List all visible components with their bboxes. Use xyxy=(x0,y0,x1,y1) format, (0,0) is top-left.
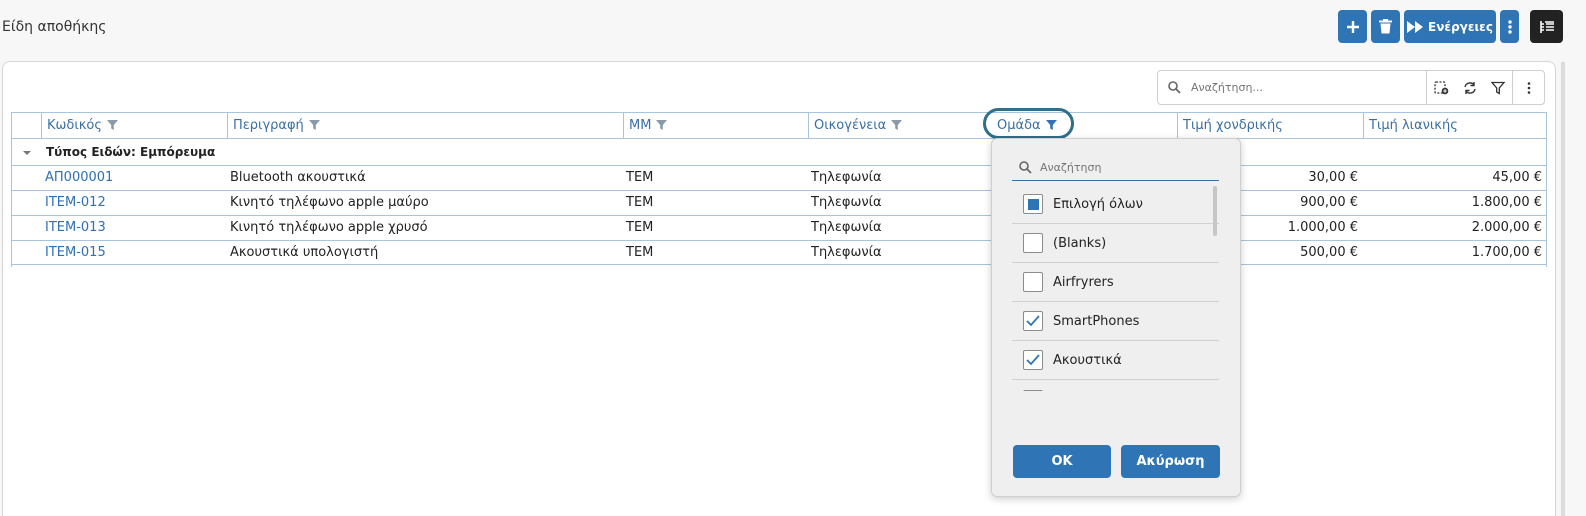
filter-option[interactable]: Ακουστικά xyxy=(1012,341,1219,380)
item-description: Κινητό τηλέφωνο apple χρυσό xyxy=(230,220,428,235)
item-description: Bluetooth ακουστικά xyxy=(230,170,366,185)
filter-option-label: Επιλογή όλων xyxy=(1053,196,1143,212)
check-icon xyxy=(1026,354,1040,366)
column-label: ΜΜ xyxy=(629,118,652,133)
add-view-button[interactable] xyxy=(1427,70,1457,105)
search-icon xyxy=(1168,81,1181,94)
column-label: Τιμή λιανικής xyxy=(1369,118,1458,133)
items-grid: Κωδικός Περιγραφή ΜΜ Οικογένεια Ομάδα Τι… xyxy=(11,112,1547,267)
table-row[interactable]: ITEM-012 Κινητό τηλέφωνο apple μαύρο ΤΕΜ… xyxy=(12,190,1546,215)
column-header-retail-price[interactable]: Τιμή λιανικής xyxy=(1363,113,1547,138)
column-label: Περιγραφή xyxy=(233,118,304,133)
filter-option-select-all[interactable]: Επιλογή όλων xyxy=(1012,185,1219,224)
item-code[interactable]: ΑΠ000001 xyxy=(41,166,113,190)
filter-option-label: Airfryrers xyxy=(1053,274,1114,290)
actions-label: Ενέργειες xyxy=(1428,19,1493,34)
filter-icon[interactable] xyxy=(656,120,668,131)
column-label: Κωδικός xyxy=(47,118,103,133)
column-header-family[interactable]: Οικογένεια xyxy=(808,113,992,138)
refresh-icon xyxy=(1463,81,1476,94)
collapse-caret-icon[interactable] xyxy=(23,151,31,155)
more-options-button[interactable] xyxy=(1500,10,1519,43)
item-unit: ΤΕΜ xyxy=(626,245,654,260)
filter-icon[interactable] xyxy=(308,120,320,131)
filter-icon[interactable] xyxy=(107,120,119,131)
table-row[interactable]: ΑΠ000001 Bluetooth ακουστικά ΤΕΜ Τηλεφων… xyxy=(12,165,1546,190)
column-filter-highlight xyxy=(983,108,1074,139)
group-row[interactable]: Τύπος Ειδών: Εμπόρευμα xyxy=(12,140,1546,165)
filter-search[interactable] xyxy=(1012,155,1219,181)
item-unit: ΤΕΜ xyxy=(626,195,654,210)
item-family: Τηλεφωνία xyxy=(811,220,882,235)
filter-option-label: (Blanks) xyxy=(1053,235,1107,251)
item-retail-price: 2.000,00 € xyxy=(1471,220,1542,235)
column-label: Τιμή χονδρικής xyxy=(1183,118,1283,133)
grid-search-input[interactable] xyxy=(1191,81,1411,94)
add-button[interactable] xyxy=(1338,10,1367,43)
item-retail-price: 1.700,00 € xyxy=(1471,245,1542,260)
table-row[interactable]: ITEM-015 Ακουστικά υπολογιστή ΤΕΜ Τηλεφω… xyxy=(12,240,1546,265)
item-description: Ακουστικά υπολογιστή xyxy=(230,245,379,260)
trash-icon xyxy=(1379,19,1392,34)
filter-option[interactable]: SmartPhones xyxy=(1012,302,1219,341)
filter-option[interactable]: Airfryrers xyxy=(1012,263,1219,302)
page-title: Είδη αποθήκης xyxy=(2,19,107,35)
filter-options-list[interactable]: Επιλογή όλων (Blanks) Airfryrers SmartPh… xyxy=(1012,185,1219,391)
search-icon xyxy=(1019,161,1032,174)
item-retail-price: 1.800,00 € xyxy=(1471,195,1542,210)
add-view-icon xyxy=(1434,80,1449,94)
filter-option[interactable]: (Blanks) xyxy=(1012,224,1219,263)
table-row[interactable]: ITEM-013 Κινητό τηλέφωνο apple χρυσό ΤΕΜ… xyxy=(12,215,1546,240)
item-retail-price: 45,00 € xyxy=(1492,170,1542,185)
delete-button[interactable] xyxy=(1371,10,1400,43)
checkbox-unchecked[interactable] xyxy=(1023,272,1043,292)
column-header-description[interactable]: Περιγραφή xyxy=(227,113,623,138)
check-icon xyxy=(1026,315,1040,327)
grid-more-button[interactable] xyxy=(1513,70,1545,105)
filter-option-label: Ακουστικά xyxy=(1053,352,1122,368)
checkbox-unchecked[interactable] xyxy=(1023,233,1043,253)
group-label: Τύπος Ειδών: Εμπόρευμα xyxy=(46,145,216,159)
filter-option-label: SmartPhones xyxy=(1053,313,1140,329)
item-code[interactable]: ITEM-012 xyxy=(41,191,106,215)
filter-cancel-button[interactable]: Ακύρωση xyxy=(1121,445,1220,478)
column-header-wholesale-price[interactable]: Τιμή χονδρικής xyxy=(1177,113,1363,138)
filter-ok-button[interactable]: OK xyxy=(1013,445,1111,478)
checkbox-checked[interactable] xyxy=(1023,311,1043,331)
list-tree-icon xyxy=(1540,20,1554,33)
column-header-code[interactable]: Κωδικός xyxy=(41,113,227,138)
item-family: Τηλεφωνία xyxy=(811,170,882,185)
plus-icon xyxy=(1346,20,1359,33)
vertical-dots-icon xyxy=(1507,19,1512,34)
item-description: Κινητό τηλέφωνο apple μαύρο xyxy=(230,195,429,210)
fast-forward-icon xyxy=(1407,20,1424,33)
refresh-button[interactable] xyxy=(1455,70,1485,105)
item-unit: ΤΕΜ xyxy=(626,170,654,185)
column-label: Οικογένεια xyxy=(814,118,887,133)
grid-header: Κωδικός Περιγραφή ΜΜ Οικογένεια Ομάδα Τι… xyxy=(12,113,1546,139)
actions-button[interactable]: Ενέργειες xyxy=(1404,10,1496,43)
filter-search-input[interactable] xyxy=(1040,161,1210,174)
header-spacer xyxy=(12,113,41,138)
column-header-unit[interactable]: ΜΜ xyxy=(623,113,808,138)
item-code[interactable]: ITEM-015 xyxy=(41,241,106,265)
checkbox-checked[interactable] xyxy=(1023,350,1043,370)
filter-icon xyxy=(1490,81,1505,95)
checkbox-unchecked[interactable] xyxy=(1023,389,1043,391)
item-code[interactable]: ITEM-013 xyxy=(41,216,106,240)
group-filter-dropdown: Επιλογή όλων (Blanks) Airfryrers SmartPh… xyxy=(991,138,1241,497)
item-family: Τηλεφωνία xyxy=(811,195,882,210)
filter-button[interactable] xyxy=(1483,70,1513,105)
vertical-dots-icon xyxy=(1527,81,1530,94)
item-family: Τηλεφωνία xyxy=(811,245,882,260)
item-unit: ΤΕΜ xyxy=(626,220,654,235)
page-scrollbar[interactable] xyxy=(1561,62,1565,516)
grid-search[interactable] xyxy=(1157,70,1427,105)
filter-list-scrollbar[interactable] xyxy=(1213,186,1217,236)
filter-option-partial[interactable] xyxy=(1012,380,1219,391)
layout-toggle-button[interactable] xyxy=(1530,10,1563,43)
checkbox-indeterminate[interactable] xyxy=(1023,194,1043,214)
filter-icon[interactable] xyxy=(891,120,903,131)
